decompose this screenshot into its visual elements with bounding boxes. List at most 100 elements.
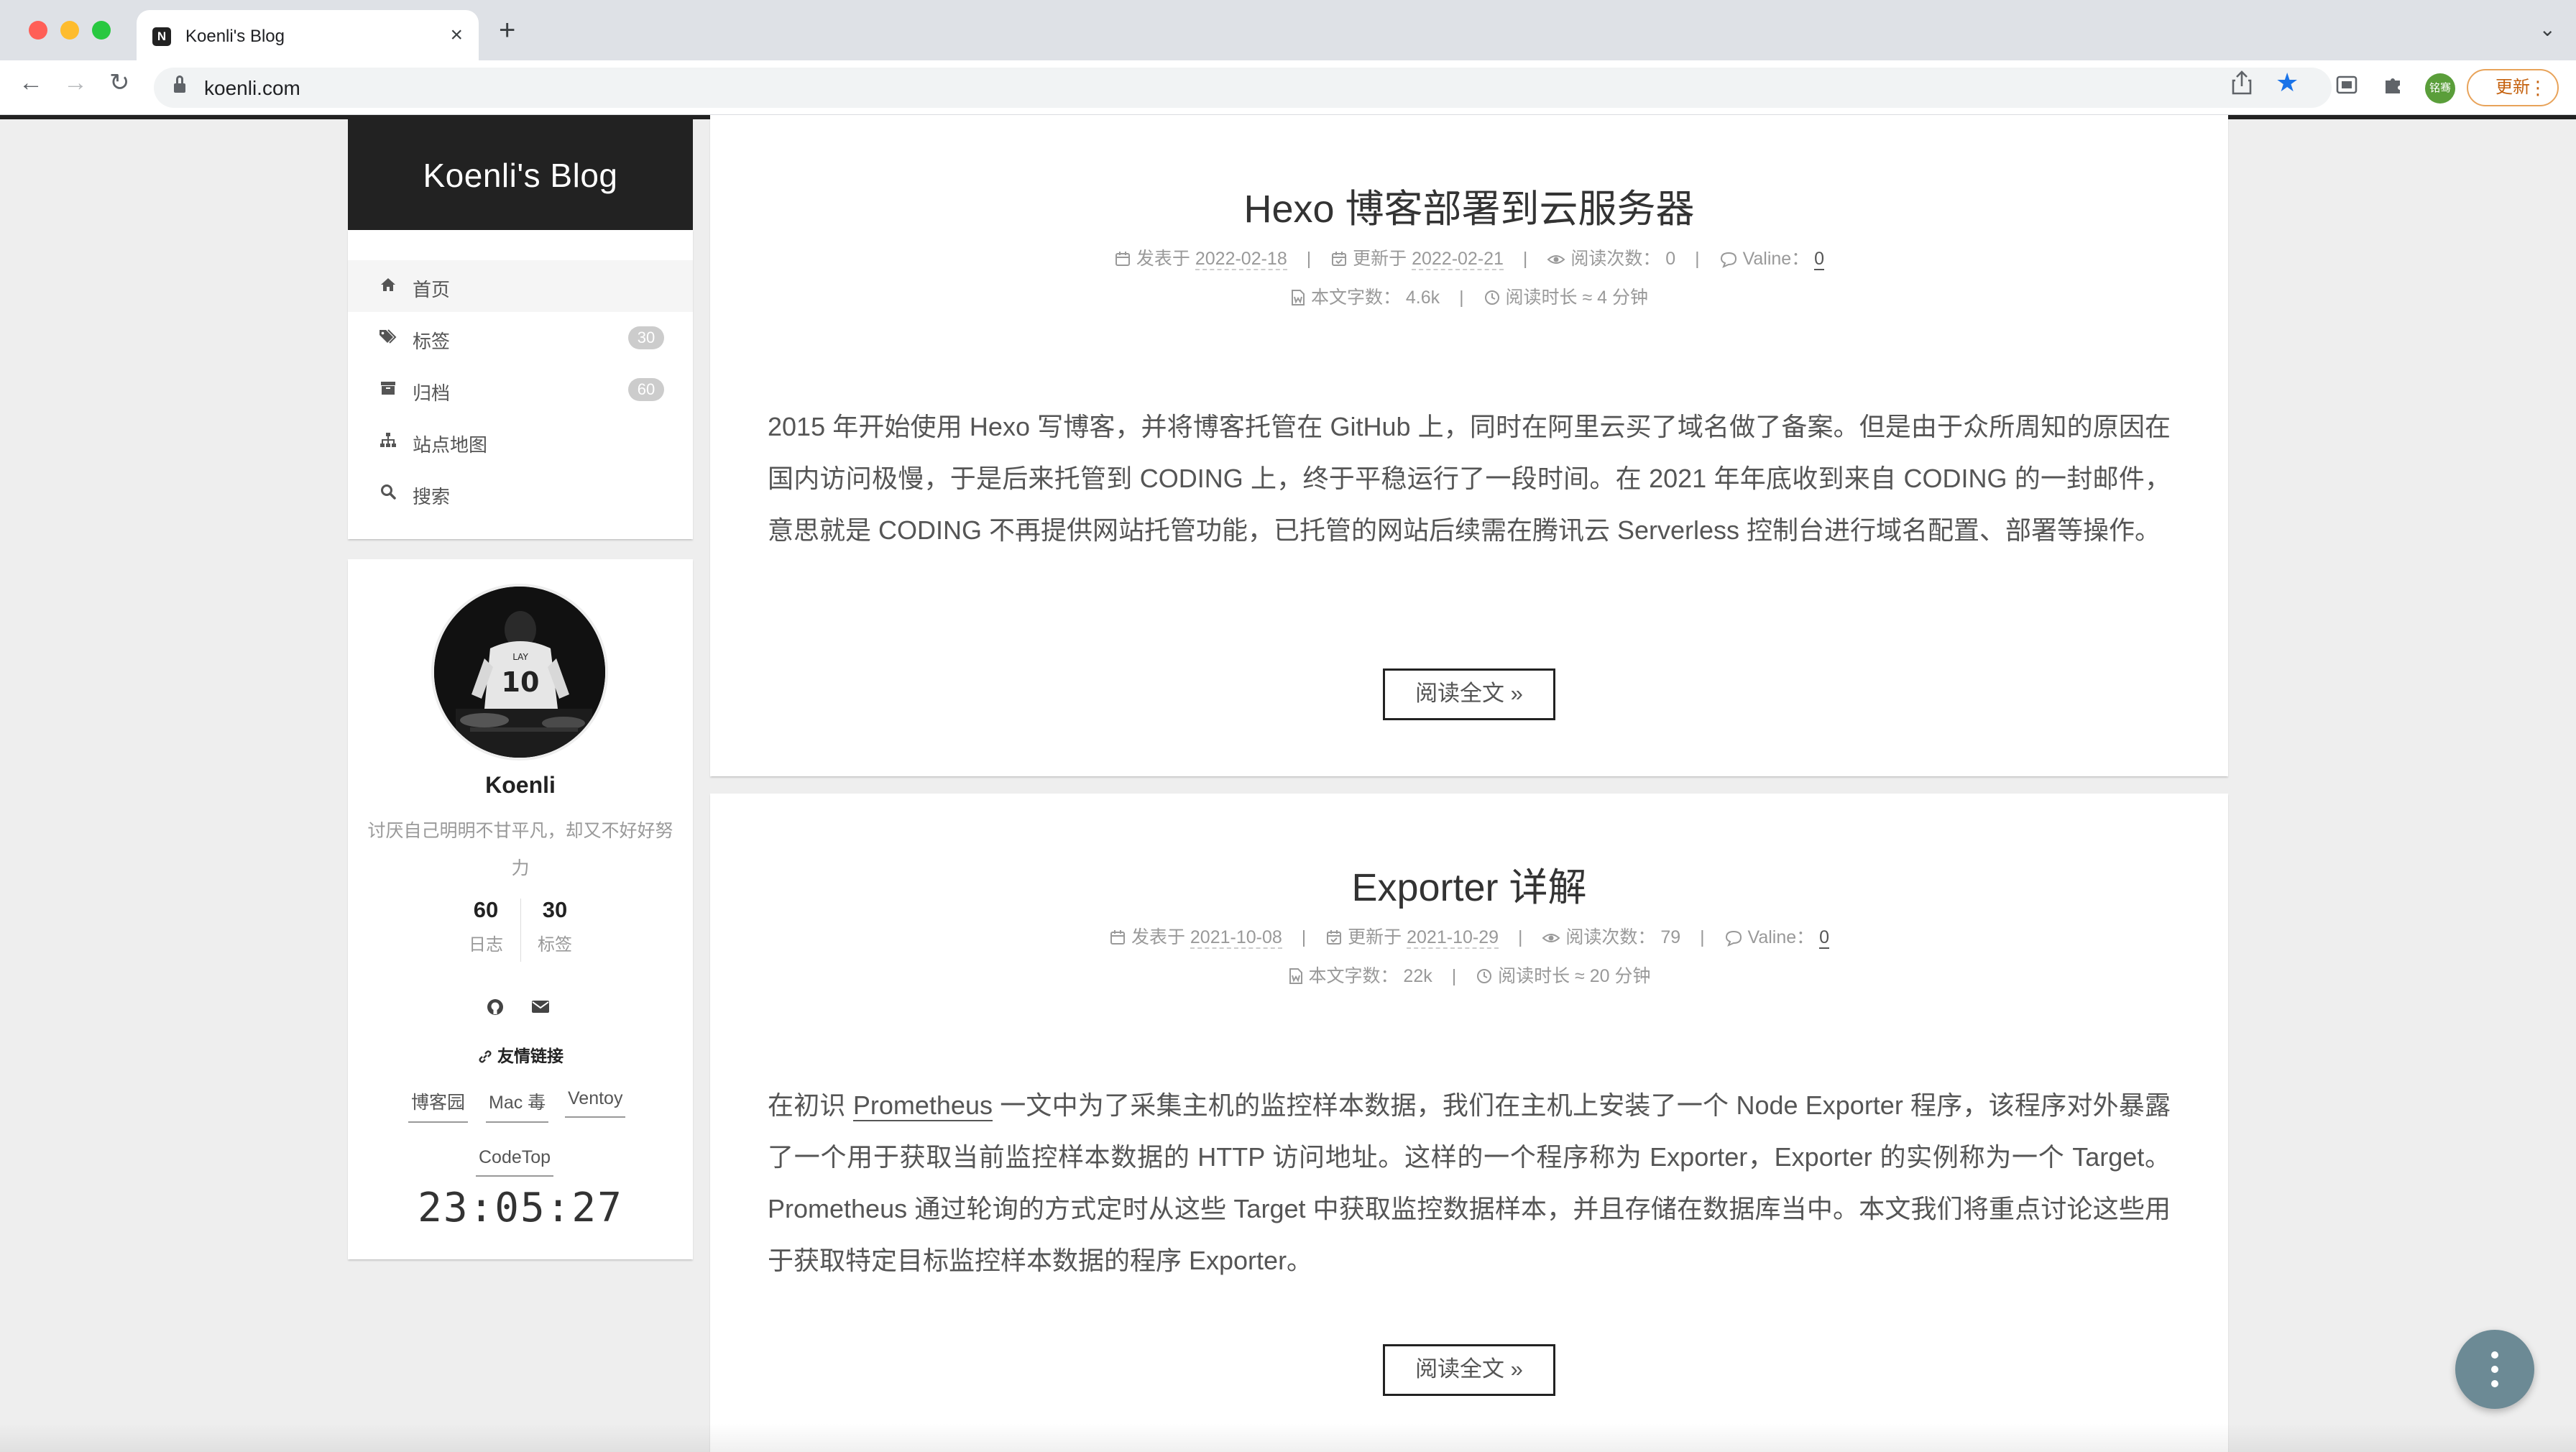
menu-label: 首页 <box>413 279 451 300</box>
new-tab-button[interactable]: + <box>499 16 515 45</box>
link-icon <box>479 1050 492 1063</box>
extension-icon[interactable] <box>2334 73 2359 98</box>
site-menu: 首页 标签 30 归档 60 站点地图 搜索 <box>348 230 693 539</box>
post-title[interactable]: Exporter 详解 <box>710 855 2228 912</box>
tags-label: 标签 <box>538 935 572 955</box>
friend-link-codetop[interactable]: CodeTop <box>476 1147 554 1177</box>
calendar-icon <box>1114 249 1131 269</box>
read-more-button[interactable]: 阅读全文 » <box>1383 1344 1555 1396</box>
browser-window: N Koenli's Blog × + ⌄ ← → ↻ koenli.com ★… <box>0 0 2576 1452</box>
author-description: 讨厌自己明明不甘平凡，却又不好好努力 <box>367 821 673 878</box>
tags-count: 30 <box>542 897 568 922</box>
browser-tab[interactable]: N Koenli's Blog × <box>137 10 479 60</box>
prometheus-link[interactable]: Prometheus <box>852 1090 993 1121</box>
tags-stat[interactable]: 30 标签 <box>525 897 585 955</box>
valine-label: Valine： <box>1742 249 1810 269</box>
menu-label: 标签 <box>413 331 451 352</box>
published-date: 2021-10-08 <box>1190 927 1282 949</box>
tab-close-icon[interactable]: × <box>450 23 463 47</box>
menu-item-archives[interactable]: 归档 60 <box>348 364 693 415</box>
posts-label: 日志 <box>469 935 503 955</box>
profile-avatar[interactable]: 铭骞 <box>2425 73 2455 104</box>
tags-icon <box>378 328 398 348</box>
close-window-button[interactable] <box>29 21 47 40</box>
more-vertical-icon-dot <box>2491 1366 2498 1373</box>
friend-link-macdu[interactable]: Mac 毒 <box>486 1088 549 1123</box>
words-label: 本文字数： <box>1308 966 1399 986</box>
updated-date: 2021-10-29 <box>1407 927 1499 949</box>
lock-icon <box>174 75 185 93</box>
digital-clock: 23:05:27 <box>418 1185 623 1231</box>
sidebar-toggle-button[interactable] <box>2455 1330 2534 1409</box>
post-meta: 发表于 2022-02-18 | 更新于 2022-02-21 | 阅读次数： … <box>710 244 2228 270</box>
back-button[interactable]: ← <box>19 70 43 95</box>
update-button[interactable]: 更新 ⋮ <box>2467 69 2559 106</box>
words-count: 22k <box>1403 966 1432 986</box>
tab-search-chevron-icon[interactable]: ⌄ <box>2539 17 2556 41</box>
updated-date: 2022-02-21 <box>1412 249 1504 270</box>
post-meta-secondary: 本文字数： 4.6k | 阅读时长 ≈ 4 分钟 <box>710 283 2228 309</box>
web-page: Koenli's Blog 首页 标签 30 归档 60 站点地图 搜索 LAY… <box>0 115 2576 1452</box>
github-icon[interactable] <box>486 998 507 1019</box>
valine-count[interactable]: 0 <box>1814 249 1825 270</box>
menu-item-tags[interactable]: 标签 30 <box>348 312 693 364</box>
share-icon[interactable] <box>2231 70 2253 101</box>
valine-count[interactable]: 0 <box>1819 927 1830 949</box>
clock-icon <box>1484 288 1501 308</box>
bottom-shadow <box>0 1423 2576 1452</box>
posts-count: 60 <box>473 897 499 922</box>
maximize-window-button[interactable] <box>92 21 111 40</box>
post-excerpt: 2015 年开始使用 Hexo 写博客，并将博客托管在 GitHub 上，同时在… <box>768 412 2171 545</box>
eye-icon <box>1542 927 1560 947</box>
archive-icon <box>378 380 398 400</box>
browser-toolbar: ← → ↻ koenli.com ★ 铭骞 更新 ⋮ <box>0 60 2576 115</box>
published-label: 发表于 <box>1136 249 1190 269</box>
published-date: 2022-02-18 <box>1195 249 1287 270</box>
clock-icon <box>1476 966 1493 986</box>
count-badge: 30 <box>628 326 664 349</box>
reading-time: 20 分钟 <box>1589 966 1651 986</box>
post-excerpt: 在初识 Prometheus 一文中为了采集主机的监控样本数据，我们在主机上安装… <box>768 1080 2171 1287</box>
url-text[interactable]: koenli.com <box>204 77 300 100</box>
home-icon <box>378 276 398 296</box>
menu-item-search[interactable]: 搜索 <box>348 467 693 519</box>
stats-divider <box>520 899 521 962</box>
tab-strip: N Koenli's Blog × + ⌄ <box>0 0 2576 60</box>
calendar-check-icon <box>1325 927 1343 947</box>
minimize-window-button[interactable] <box>60 21 79 40</box>
address-bar[interactable]: koenli.com <box>154 68 2332 108</box>
file-word-icon <box>1288 966 1304 986</box>
forward-button[interactable]: → <box>63 70 88 95</box>
valine-label: Valine： <box>1747 927 1815 947</box>
read-more-button[interactable]: 阅读全文 » <box>1383 668 1555 720</box>
tab-title: Koenli's Blog <box>185 27 285 46</box>
email-icon[interactable] <box>530 998 552 1019</box>
reload-button[interactable]: ↻ <box>109 70 130 95</box>
post-title[interactable]: Hexo 博客部署到云服务器 <box>710 177 2228 234</box>
friend-link-cnblogs[interactable]: 博客园 <box>408 1088 469 1123</box>
bookmark-star-icon[interactable]: ★ <box>2276 68 2299 98</box>
excerpt-prefix: 在初识 <box>768 1090 853 1120</box>
posts-stat[interactable]: 60 日志 <box>456 897 516 955</box>
author-card: LAY 10 Koenli 讨厌自己明明不甘平凡，却又不好好努力 60 日志 3… <box>348 559 693 1259</box>
site-title[interactable]: Koenli's Blog <box>348 115 693 236</box>
menu-item-home[interactable]: 首页 <box>348 260 693 312</box>
search-icon <box>378 483 398 503</box>
reading-time-label: 阅读时长 ≈ <box>1505 288 1593 308</box>
file-word-icon <box>1290 288 1306 308</box>
puzzle-extensions-icon[interactable] <box>2380 73 2405 98</box>
more-vertical-icon-dot <box>2491 1380 2498 1387</box>
site-brand[interactable]: Koenli's Blog <box>348 115 693 230</box>
published-label: 发表于 <box>1131 927 1185 947</box>
comment-icon <box>1719 249 1738 269</box>
menu-item-sitemap[interactable]: 站点地图 <box>348 415 693 467</box>
calendar-icon <box>1109 927 1126 947</box>
words-count: 4.6k <box>1405 288 1440 308</box>
author-name: Koenli <box>485 772 556 798</box>
count-badge: 60 <box>628 378 664 401</box>
sitemap-icon <box>378 431 398 451</box>
menu-label: 搜索 <box>413 486 451 507</box>
more-vertical-icon <box>2491 1351 2498 1359</box>
update-label: 更新 <box>2496 78 2530 97</box>
friend-link-ventoy[interactable]: Ventoy <box>565 1088 626 1118</box>
